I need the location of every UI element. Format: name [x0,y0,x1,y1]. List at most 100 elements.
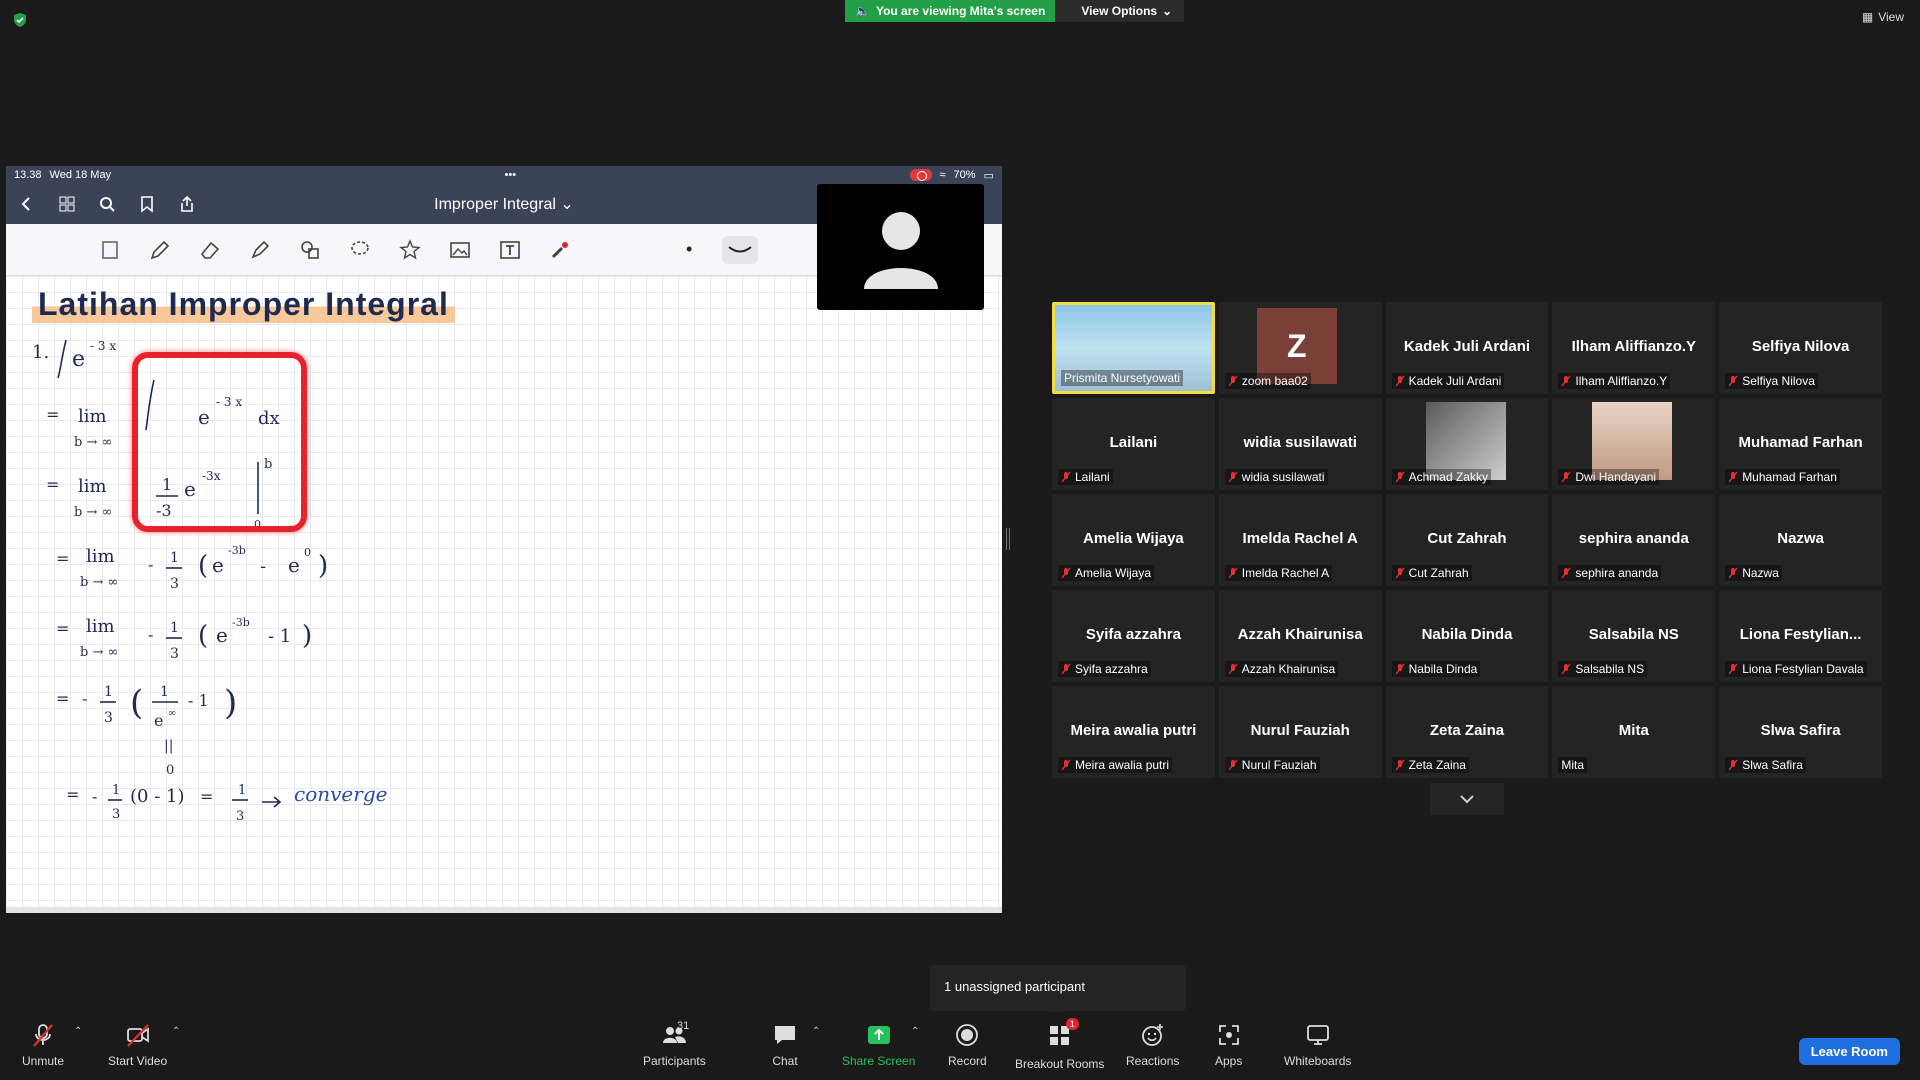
pen-tool[interactable] [146,236,174,264]
muted-mic-icon [1728,567,1738,579]
gallery-row: Prismita Nursetyowati Zzoom baa02 Kadek Ju… [1052,302,1882,394]
participant-tile[interactable]: Salsabila NS Salsabila NS [1552,590,1716,682]
search-icon[interactable] [98,195,116,213]
participant-name-text: Meira awalia putri [1075,758,1170,772]
participant-name-text: Cut Zahrah [1408,566,1469,580]
page-bottom-edge [6,907,1002,913]
svg-text:||: || [164,738,173,754]
breakout-rooms-label: Breakout Rooms [1015,1057,1105,1071]
apps-button[interactable]: Apps [1215,1022,1242,1068]
view-layout-button[interactable]: ▦ View [1862,10,1904,24]
shapes-icon [301,240,319,259]
stroke-dot-icon[interactable]: • [686,239,692,260]
participant-tile[interactable]: Liona Festylian... Liona Festylian Davala [1719,590,1882,682]
participant-name-label: Amelia Wijaya [1058,565,1155,581]
chat-options-caret[interactable]: ⌃ [812,1026,820,1037]
muted-mic-icon [1395,663,1405,675]
svg-text:(0 - 1): (0 - 1) [130,786,184,807]
share-options-caret[interactable]: ⌃ [911,1026,919,1037]
participant-display-name: Ilham Aliffianzo.Y [1571,338,1697,355]
participant-tile[interactable]: Mita Mita [1552,686,1716,778]
svg-text:e: e [154,711,163,730]
bookmark-icon[interactable] [138,195,156,213]
participant-tile[interactable]: Cut Zahrah Cut Zahrah [1385,494,1549,586]
svg-text:- 1: - 1 [188,691,209,710]
view-options-button[interactable]: View Options ⌄ [1055,0,1185,22]
breakout-rooms-button[interactable]: 1 Breakout Rooms [1015,1018,1105,1071]
participant-tile[interactable]: Meira awalia putri Meira awalia putri [1052,686,1215,778]
participant-name-text: Muhamad Farhan [1742,470,1837,484]
participant-tile[interactable]: Zzoom baa02 [1218,302,1382,394]
back-icon[interactable] [18,195,36,213]
participant-tile[interactable]: Lailani Lailani [1052,398,1215,490]
eraser-tool[interactable] [196,236,224,264]
participant-name-text: Syifa azzahra [1075,662,1148,676]
lasso-tool[interactable] [346,236,374,264]
record-button[interactable]: Record [948,1022,987,1068]
split-resize-handle[interactable] [1006,528,1010,550]
participant-tile[interactable]: Azzah Khairunisa Azzah Khairunisa [1218,590,1382,682]
participant-tile[interactable]: Selfiya Nilova Selfiya Nilova [1719,302,1882,394]
participant-tile[interactable]: Achmad Zakky [1385,398,1549,490]
chat-icon [775,1026,795,1044]
read-mode-tool[interactable] [96,236,124,264]
participant-name-label: Selfiya Nilova [1725,373,1818,389]
participant-tile[interactable]: Syifa azzahra Syifa azzahra [1052,590,1215,682]
svg-text:3: 3 [236,809,244,824]
participant-tile[interactable]: Muhamad Farhan Muhamad Farhan [1719,398,1882,490]
svg-text:b → ∞: b → ∞ [74,435,112,450]
muted-mic-icon [1395,471,1405,483]
svg-text:1.: 1. [32,342,49,363]
participant-tile[interactable]: Nazwa Nazwa [1719,494,1882,586]
reactions-button[interactable]: Reactions [1126,1022,1179,1068]
participant-tile[interactable]: widia susilawati widia susilawati [1218,398,1382,490]
participant-tile[interactable]: Nabila Dinda Nabila Dinda [1385,590,1549,682]
svg-text:-: - [148,555,153,574]
participant-tile[interactable]: Prismita Nursetyowati [1052,302,1215,394]
text-tool[interactable] [496,236,524,264]
leave-room-button[interactable]: Leave Room [1798,1038,1900,1065]
participant-name-text: Liona Festylian Davala [1742,662,1864,676]
note-canvas[interactable]: Latihan Improper Integral 1. e - 3 x = l… [6,276,1002,913]
screen-recording-icon [909,169,932,181]
shapes-tool[interactable] [296,236,324,264]
participant-name-text: zoom baa02 [1241,374,1308,388]
svg-text:-3b: -3b [228,544,246,557]
chat-button[interactable]: Chat [772,1022,798,1068]
participant-name-label: Nurul Fauziah [1224,757,1320,773]
share-screen-button[interactable]: Share Screen [842,1022,915,1068]
participant-tile[interactable]: Kadek Juli Ardani Kadek Juli Ardani [1385,302,1549,394]
security-shield-icon[interactable] [12,12,28,28]
image-tool[interactable] [446,236,474,264]
share-icon[interactable] [178,195,196,213]
elements-tool[interactable] [396,236,424,264]
status-date: Wed 18 May [49,169,112,181]
svg-text:0: 0 [166,763,174,778]
audio-options-caret[interactable]: ⌃ [74,1026,82,1037]
participant-tile[interactable]: Amelia Wijaya Amelia Wijaya [1052,494,1215,586]
whiteboards-button[interactable]: Whiteboards [1284,1022,1351,1068]
participant-gallery: Prismita Nursetyowati Zzoom baa02 Kadek Ju… [1052,302,1882,782]
svg-text:-: - [260,556,266,577]
participant-tile[interactable]: Ilham Aliffianzo.Y Ilham Aliffianzo.Y [1552,302,1716,394]
stroke-curve-icon[interactable] [722,235,759,264]
floating-self-video[interactable] [817,184,984,310]
grid-view-icon[interactable] [58,195,76,213]
multitask-dots-icon: ••• [504,169,517,181]
participant-tile[interactable]: Zeta Zaina Zeta Zaina [1385,686,1549,778]
unmute-button[interactable]: Unmute [22,1022,64,1068]
highlighter-tool[interactable] [246,236,274,264]
participant-tile[interactable]: Dwi Handayani [1552,398,1716,490]
participant-name-text: Salsabila NS [1575,662,1645,676]
laser-pointer-tool[interactable] [546,236,574,264]
video-options-caret[interactable]: ⌃ [172,1026,180,1037]
participant-tile[interactable]: sephira ananda sephira ananda [1552,494,1716,586]
participant-tile[interactable]: Slwa Safira Slwa Safira [1719,686,1882,778]
start-video-button[interactable]: Start Video [108,1022,167,1068]
gallery-next-page-button[interactable] [1430,783,1504,815]
svg-text:lim: lim [78,476,107,497]
participant-tile[interactable]: Nurul Fauziah Nurul Fauziah [1218,686,1382,778]
participant-tile[interactable]: Imelda Rachel A Imelda Rachel A [1218,494,1382,586]
muted-mic-icon [1228,759,1238,771]
participants-button[interactable]: 31 Participants [643,1020,706,1068]
